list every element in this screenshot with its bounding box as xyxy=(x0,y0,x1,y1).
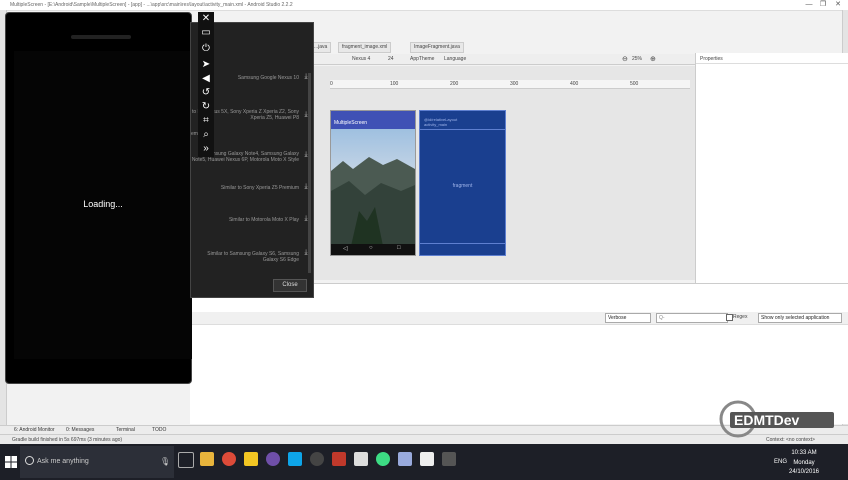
zoom-icon[interactable]: ⌕ xyxy=(198,128,214,142)
close-button[interactable]: Close xyxy=(273,279,307,292)
logcat-search-input[interactable]: Q- xyxy=(656,313,728,323)
app-bar: MultipleScreen xyxy=(331,111,415,129)
tab-terminal[interactable]: Terminal xyxy=(116,427,135,434)
ruler-tick: 500 xyxy=(630,81,639,87)
emulator-speaker xyxy=(71,35,131,39)
clock-day[interactable]: Monday xyxy=(784,460,824,466)
app-title: MultipleScreen xyxy=(334,120,368,126)
clock-date[interactable]: 24/10/2016 xyxy=(784,469,824,475)
nav-bar: ◁ ○ □ xyxy=(331,244,415,255)
home-icon: ○ xyxy=(369,245,373,251)
windows-start-icon[interactable] xyxy=(4,455,18,469)
tab-todo[interactable]: TODO xyxy=(152,427,166,434)
app-icon[interactable] xyxy=(398,452,412,466)
task-view-icon[interactable] xyxy=(178,452,194,468)
emulator-screen[interactable]: Loading... xyxy=(14,51,192,359)
mountain-image xyxy=(331,157,415,246)
close-icon[interactable]: ✕ xyxy=(198,12,214,26)
tab-messages[interactable]: 0: Messages xyxy=(66,427,94,434)
properties-panel: Properties xyxy=(695,53,848,293)
theme-selector[interactable]: AppTheme xyxy=(410,56,434,62)
maximize-icon[interactable]: ❐ xyxy=(816,0,830,10)
back-icon: ◁ xyxy=(343,246,348,252)
window-title: MultipleScreen - [E:\Android\Sample\Mult… xyxy=(10,2,293,8)
device-icon[interactable] xyxy=(354,452,368,466)
status-message: Gradle build finished in 5s 697ms (3 min… xyxy=(12,437,123,443)
blueprint-guide xyxy=(420,243,505,244)
ruler-tick: 300 xyxy=(510,81,519,87)
media-icon[interactable] xyxy=(310,452,324,466)
pointer-icon[interactable]: ➤ xyxy=(198,58,214,72)
edmtdev-logo: EDMTDev xyxy=(719,400,834,438)
log-level-select[interactable]: Verbose xyxy=(605,313,651,323)
properties-title: Properties xyxy=(700,56,723,62)
device-row[interactable]: Similar to Sony Xperia Z5 Premium xyxy=(191,185,299,191)
recents-icon: □ xyxy=(397,245,401,251)
logcat-filter-select[interactable]: Show only selected application xyxy=(758,313,842,323)
android-studio-icon[interactable] xyxy=(376,452,390,466)
chrome-icon[interactable] xyxy=(222,452,236,466)
zoom-in-icon[interactable]: ⊕ xyxy=(650,55,656,63)
dialog-scrollbar[interactable] xyxy=(308,73,311,273)
app-icon[interactable] xyxy=(332,452,346,466)
windows-taskbar: Ask me anything 🎙 xyxy=(0,444,848,480)
blueprint-view[interactable]: @id/relativeLayout activity_main fragmen… xyxy=(419,110,506,256)
logcat-toolbar: Verbose Q- Regex Show only selected appl… xyxy=(190,312,848,325)
microphone-icon[interactable]: 🎙 xyxy=(160,457,170,466)
clock-time[interactable]: 10:33 AM xyxy=(784,450,824,456)
power-icon[interactable]: ⏻ xyxy=(198,42,214,56)
cortana-icon xyxy=(25,456,34,465)
regex-label: Regex xyxy=(733,314,748,320)
device-row[interactable]: Similar to Samsung Galaxy S6, Samsung Ga… xyxy=(191,251,299,263)
screenshot-icon[interactable]: ⌗ xyxy=(198,114,214,128)
ruler-tick: 200 xyxy=(450,81,459,87)
emulator-toolbar: ✕ ▭ ⏻ ➤ ◀ ↺ ↻ ⌗ ⌕ » xyxy=(198,12,214,157)
regex-checkbox[interactable] xyxy=(726,314,733,321)
app-icon[interactable] xyxy=(420,452,434,466)
ruler: 0 100 200 300 400 500 xyxy=(330,80,690,89)
rotate-left-icon[interactable]: ↺ xyxy=(198,86,214,100)
device-selector[interactable]: Nexus 4 xyxy=(352,56,370,62)
blueprint-label: fragment xyxy=(452,183,473,189)
ruler-tick: 400 xyxy=(570,81,579,87)
device-row[interactable]: Similar to Motorola Moto X Play xyxy=(191,217,299,223)
ruler-tick: 0 xyxy=(330,81,333,87)
ruler-tick: 100 xyxy=(390,81,399,87)
svg-text:EDMTDev: EDMTDev xyxy=(734,412,800,428)
design-toolbar: Nexus 4 24 AppTheme Language 25% ⊕ ⊖ xyxy=(310,54,695,65)
layout-preview[interactable]: MultipleScreen ◁ ○ □ xyxy=(330,110,416,256)
loading-text: Loading... xyxy=(83,199,123,209)
emulator-window: Loading... xyxy=(5,12,192,384)
editor-tab[interactable]: ImageFragment.java xyxy=(410,42,464,53)
editor-tab[interactable]: fragment_image.xml xyxy=(338,42,392,53)
minimize-icon[interactable]: — xyxy=(802,0,816,10)
notes-icon[interactable] xyxy=(244,452,258,466)
minimize-icon[interactable]: ▭ xyxy=(198,26,214,40)
divider xyxy=(696,63,848,64)
blueprint-id-2: activity_main xyxy=(424,122,448,127)
volume-up-icon[interactable]: ◀ xyxy=(198,72,214,86)
close-window-icon[interactable]: ✕ xyxy=(831,0,845,10)
file-explorer-icon[interactable] xyxy=(200,452,214,466)
tab-android-monitor[interactable]: 6: Android Monitor xyxy=(14,427,55,434)
language-selector[interactable]: Language xyxy=(444,56,466,62)
more-icon[interactable]: » xyxy=(198,142,214,156)
cortana-search-box[interactable]: Ask me anything 🎙 xyxy=(20,446,174,478)
skype-icon[interactable] xyxy=(288,452,302,466)
zoom-out-icon[interactable]: ⊖ xyxy=(622,55,628,63)
rotate-right-icon[interactable]: ↻ xyxy=(198,100,214,114)
app-icon[interactable] xyxy=(266,452,280,466)
zoom-level: 25% xyxy=(632,56,643,62)
emulator-icon[interactable] xyxy=(442,452,456,466)
title-bar: MultipleScreen - [E:\Android\Sample\Mult… xyxy=(0,0,848,11)
cortana-placeholder: Ask me anything xyxy=(37,458,89,465)
api-selector[interactable]: 24 xyxy=(388,56,394,62)
blueprint-guide xyxy=(420,129,505,130)
